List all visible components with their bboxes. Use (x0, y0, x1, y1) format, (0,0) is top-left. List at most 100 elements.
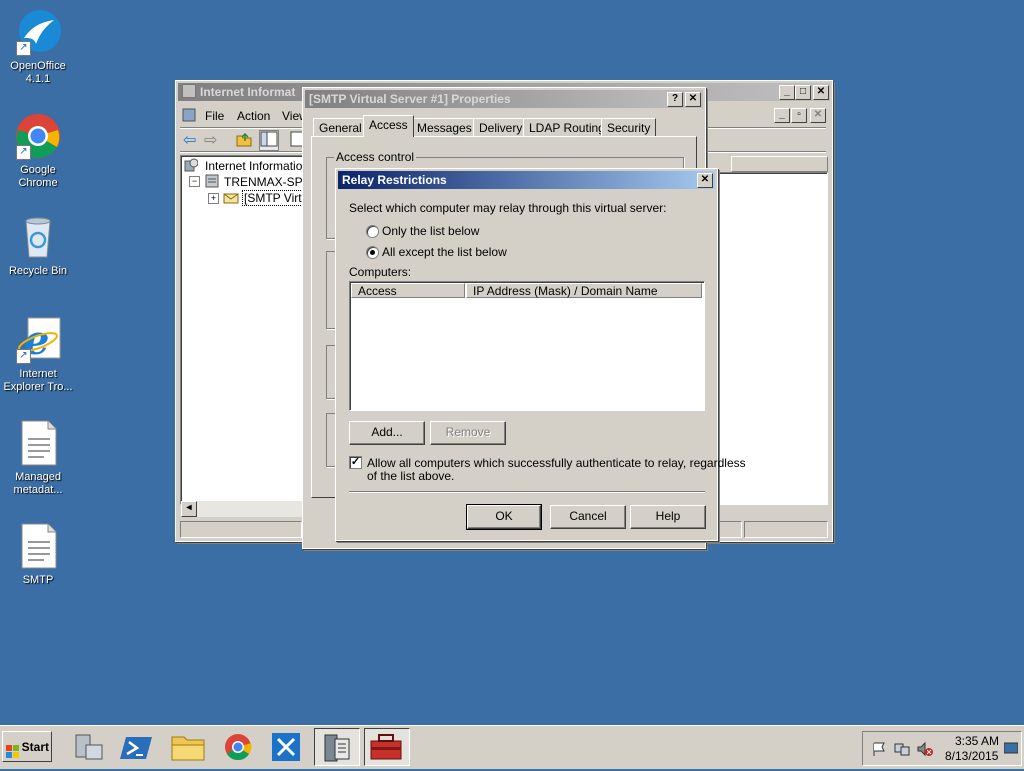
desktop-icon-label: Managed metadat... (13, 471, 63, 496)
results-column-header[interactable] (731, 156, 828, 172)
desktop-icon-smtp[interactable]: SMTP (0, 522, 76, 587)
server-manager-icon (75, 734, 103, 760)
status-bar-right (744, 521, 828, 538)
desktop-icon-chrome[interactable]: ↗ Google Chrome (0, 112, 76, 190)
clock-date[interactable]: 8/13/2015 (945, 749, 998, 763)
column-header-access-label: Access (358, 284, 397, 298)
radio-all-except-list[interactable] (366, 246, 379, 259)
document-icon (14, 522, 62, 570)
network-icon[interactable] (894, 741, 910, 760)
tab-general[interactable]: General (313, 118, 368, 137)
maximize-button[interactable]: □ (795, 85, 811, 100)
desktop-icon-label: Recycle Bin (8, 265, 68, 277)
desktop-icon-label: SMTP (22, 574, 54, 586)
radio-all-except-list-label[interactable]: All except the list below (382, 245, 507, 259)
computers-label: Computers: (349, 265, 412, 279)
menu-file[interactable]: File (205, 109, 224, 123)
system-tray: 3:35 AM 8/13/2015 (862, 731, 1022, 766)
windows-logo-icon (6, 740, 20, 771)
iis-app-icon (182, 84, 196, 98)
document-icon (14, 419, 62, 467)
recycle-bin-icon (14, 213, 62, 261)
chrome-icon (225, 734, 252, 761)
up-folder-icon[interactable] (236, 131, 252, 150)
iis-title: Internet Informat (200, 85, 296, 99)
child-minimize-button[interactable]: _ (774, 108, 790, 123)
openoffice-icon: ↗ (14, 8, 62, 56)
close-button[interactable]: ✕ (685, 92, 701, 107)
taskbar-admin-tools[interactable] (266, 729, 310, 765)
close-button[interactable]: ✕ (697, 173, 713, 188)
taskbar-server-manager[interactable] (66, 729, 110, 765)
action-center-flag-icon[interactable] (871, 741, 887, 760)
iis-root-icon (184, 158, 199, 175)
relay-title-bar[interactable]: Relay Restrictions (338, 171, 715, 189)
child-restore-button[interactable]: ▫ (791, 108, 807, 123)
status-bar-mid (718, 521, 742, 538)
menu-action[interactable]: Action (237, 109, 270, 123)
ok-button[interactable]: OK (466, 504, 542, 530)
collapse-toggle-icon[interactable]: − (189, 176, 200, 187)
mmc-doc-icon (182, 108, 196, 125)
taskbar: Start 3:35 AM 8/13/2015 (0, 725, 1024, 769)
properties-title: [SMTP Virtual Server #1] Properties (309, 92, 511, 106)
tree-root-label[interactable]: Internet Information (205, 159, 309, 173)
desktop-icon-ie[interactable]: e ↗ Internet Explorer Tro... (0, 316, 76, 394)
tab-messages[interactable]: Messages (411, 118, 478, 137)
ie-icon: e ↗ (14, 316, 62, 364)
child-close-button[interactable]: ✕ (810, 108, 826, 123)
taskbar-iis-manager[interactable] (314, 728, 360, 766)
powershell-icon (120, 737, 152, 759)
taskbar-toolbox[interactable] (364, 728, 410, 766)
desktop-icon-openoffice[interactable]: ↗ OpenOffice 4.1.1 (0, 8, 76, 86)
remove-button[interactable]: Remove (430, 421, 506, 445)
cancel-button[interactable]: Cancel (550, 505, 626, 529)
tab-security[interactable]: Security (601, 118, 657, 137)
help-title-button[interactable]: ? (667, 92, 683, 107)
desktop-icon-recycle-bin[interactable]: Recycle Bin (0, 213, 76, 278)
minimize-button[interactable]: _ (779, 85, 795, 100)
explorer-folder-icon (171, 736, 205, 761)
start-label: Start (21, 740, 49, 754)
scroll-left-arrow-icon[interactable]: ◂ (181, 501, 197, 517)
radio-only-list[interactable] (366, 225, 379, 238)
tab-delivery[interactable]: Delivery (473, 118, 529, 137)
allow-authenticated-relay-checkbox[interactable]: ✓ (349, 456, 362, 469)
taskbar-file-explorer[interactable] (166, 729, 210, 765)
tree-pane[interactable]: Internet Information − TRENMAX-SP (lo + … (180, 155, 319, 505)
taskbar-powershell[interactable] (116, 729, 160, 765)
tree-horizontal-scrollbar[interactable]: ◂ (181, 501, 303, 517)
clock-time[interactable]: 3:35 AM (955, 734, 999, 748)
allow-authenticated-relay-label-line1[interactable]: Allow all computers which successfully a… (367, 456, 746, 470)
desktop-icon-label: OpenOffice 4.1.1 (10, 60, 66, 85)
help-button[interactable]: Help (630, 505, 706, 529)
smtp-server-icon (223, 190, 239, 207)
close-button[interactable]: ✕ (813, 85, 829, 100)
server-icon (204, 173, 220, 192)
separator (349, 491, 705, 493)
taskbar-chrome[interactable] (216, 729, 260, 765)
tools-icon (272, 733, 300, 761)
relay-restrictions-dialog[interactable]: Relay Restrictions ✕ Select which comput… (335, 168, 746, 541)
desktop-icon-managed-metadata[interactable]: Managed metadat... (0, 419, 76, 497)
relay-title: Relay Restrictions (342, 173, 447, 187)
back-arrow-icon[interactable]: ⇦ (183, 130, 196, 150)
status-bar-left (180, 521, 302, 538)
properties-title-bar[interactable]: [SMTP Virtual Server #1] Properties (305, 90, 703, 108)
column-header-access[interactable]: Access (351, 283, 465, 298)
show-hide-tree-icon[interactable] (259, 130, 279, 151)
computers-list[interactable]: Access IP Address (Mask) / Domain Name (349, 281, 705, 411)
desktop-icon-label: Google Chrome (18, 164, 58, 189)
tab-access[interactable]: Access (363, 115, 414, 137)
start-button[interactable]: Start (2, 731, 52, 762)
expand-toggle-icon[interactable]: + (208, 193, 219, 204)
iis-icon (324, 734, 350, 762)
add-button[interactable]: Add... (349, 421, 425, 445)
tab-ldap-routing[interactable]: LDAP Routing (523, 118, 611, 137)
forward-arrow-icon[interactable]: ⇨ (204, 130, 217, 150)
column-header-ip-address[interactable]: IP Address (Mask) / Domain Name (466, 283, 702, 298)
show-desktop-icon[interactable] (1003, 741, 1019, 758)
radio-only-list-label[interactable]: Only the list below (382, 224, 479, 238)
volume-muted-icon[interactable] (917, 741, 933, 760)
allow-authenticated-relay-label-line2[interactable]: of the list above. (367, 469, 454, 483)
